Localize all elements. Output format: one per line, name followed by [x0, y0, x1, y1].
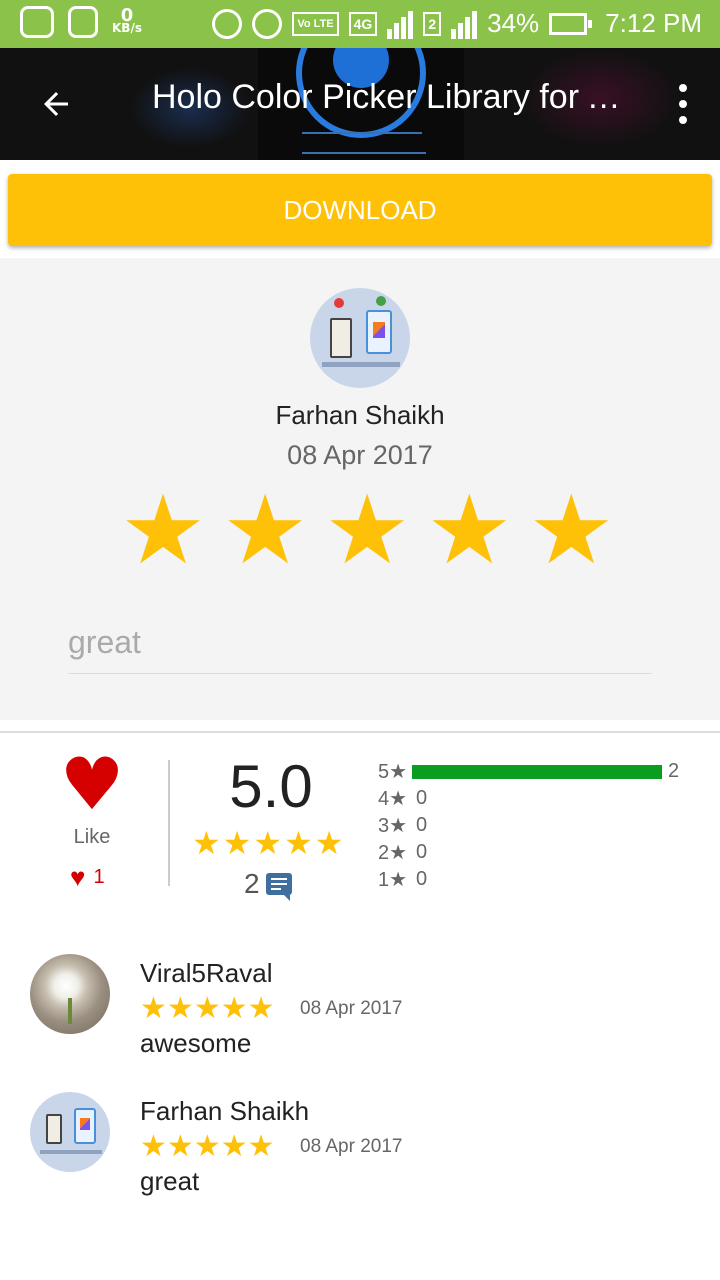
comment-date: 08 Apr 2017: [300, 1136, 403, 1157]
star-icon: ★: [193, 1129, 221, 1164]
star-icon: ★: [140, 1129, 167, 1164]
more-vert-icon: [679, 84, 687, 92]
comment-author: Farhan Shaikh: [140, 1096, 310, 1126]
rating-distribution: 5★ 2 4★ 0 3★ 0 2★ 0 1★ 0: [378, 758, 698, 893]
chat-notification-icon: [20, 6, 54, 38]
list-item[interactable]: Viral5Raval ★ ★ ★ ★ ★ 08 Apr 2017 awesome: [30, 954, 700, 1064]
reviewer-name: Farhan Shaikh: [275, 400, 445, 430]
star-icon: ★: [314, 824, 344, 862]
star-icon[interactable]: ★: [222, 480, 308, 580]
average-rating: 5.0: [229, 753, 313, 820]
clock: 7:12 PM: [605, 8, 702, 38]
star-icon[interactable]: ★: [426, 480, 512, 580]
rating-input[interactable]: ★ ★ ★ ★ ★: [120, 480, 614, 580]
list-item[interactable]: Farhan Shaikh ★ ★ ★ ★ ★ 08 Apr 2017 great: [30, 1092, 700, 1202]
average-stars: ★ ★ ★ ★ ★: [192, 826, 343, 860]
page-title: Holo Color Picker Library for Android: [152, 78, 642, 116]
avatar: [30, 1092, 110, 1172]
comment-text: great: [140, 1166, 200, 1196]
star-icon: ★: [247, 1129, 275, 1164]
battery-percent: 34%: [487, 8, 540, 38]
distribution-bar: [412, 764, 662, 779]
star-icon: ★: [220, 1129, 248, 1164]
network-speed: 0 KB/s: [112, 5, 142, 35]
comment-icon: [265, 873, 292, 901]
distribution-row: 4★ 0: [378, 787, 428, 810]
hotspot-icon: [212, 8, 243, 39]
sim2-badge: 2: [423, 11, 442, 36]
robot-illustration-icon: [30, 1092, 110, 1172]
comment-date: 08 Apr 2017: [300, 998, 403, 1019]
star-icon: ★: [166, 991, 194, 1026]
star-icon[interactable]: ★: [528, 480, 614, 580]
vertical-divider: [168, 760, 170, 886]
like-label: Like: [73, 826, 111, 848]
signal-sim2-icon: [451, 9, 478, 39]
distribution-row: 5★ 2: [378, 760, 680, 783]
star-icon: ★: [192, 824, 221, 862]
signal-sim1-icon: [387, 9, 414, 39]
distribution-row: 3★ 0: [378, 814, 428, 837]
star-icon: ★: [253, 824, 283, 862]
battery-charging-icon: [549, 12, 593, 35]
comment-stars: ★ ★ ★ ★ ★: [140, 1130, 275, 1164]
heart-icon: ♥: [70, 862, 86, 892]
like-heart-icon[interactable]: ♥: [58, 748, 126, 820]
avatar: [310, 288, 410, 388]
download-button[interactable]: DOWNLOAD: [8, 174, 712, 246]
comment-author: Viral5Raval: [140, 958, 273, 988]
star-icon[interactable]: ★: [324, 480, 410, 580]
avatar: [30, 954, 110, 1034]
like-count: ♥ 1: [70, 862, 105, 892]
review-comment-field[interactable]: great: [68, 618, 652, 674]
star-icon[interactable]: ★: [120, 480, 206, 580]
status-bar: 0 KB/s Vo LTE 4G 2 34% 7:12 PM: [0, 0, 720, 48]
overflow-menu-button[interactable]: [676, 84, 690, 124]
distribution-row: 2★ 0: [378, 841, 428, 864]
comment-stars: ★ ★ ★ ★ ★: [140, 992, 275, 1026]
robot-illustration-icon: [310, 288, 410, 388]
volte-badge: Vo LTE: [292, 11, 339, 36]
arrow-back-icon: [44, 92, 68, 116]
review-date: 08 Apr 2017: [287, 440, 433, 470]
app-toolbar: Holo Color Picker Library for Android: [0, 48, 720, 160]
review-count[interactable]: 2: [244, 868, 292, 901]
flower-photo-icon: [30, 954, 110, 1034]
section-divider: [0, 731, 720, 733]
cast-notification-icon: [68, 6, 98, 38]
my-review-card: Farhan Shaikh 08 Apr 2017 ★ ★ ★ ★ ★ grea…: [0, 258, 720, 720]
star-icon: ★: [220, 991, 248, 1026]
star-icon: ★: [193, 991, 221, 1026]
distribution-row: 1★ 0: [378, 868, 428, 891]
comment-text: awesome: [140, 1028, 252, 1058]
star-icon: ★: [222, 824, 252, 862]
alarm-icon: [252, 8, 283, 39]
network-type-badge: 4G: [348, 11, 378, 36]
star-icon: ★: [140, 991, 167, 1026]
star-icon: ★: [284, 824, 313, 862]
star-icon: ★: [166, 1129, 194, 1164]
star-icon: ★: [247, 991, 275, 1026]
back-button[interactable]: [28, 76, 84, 132]
